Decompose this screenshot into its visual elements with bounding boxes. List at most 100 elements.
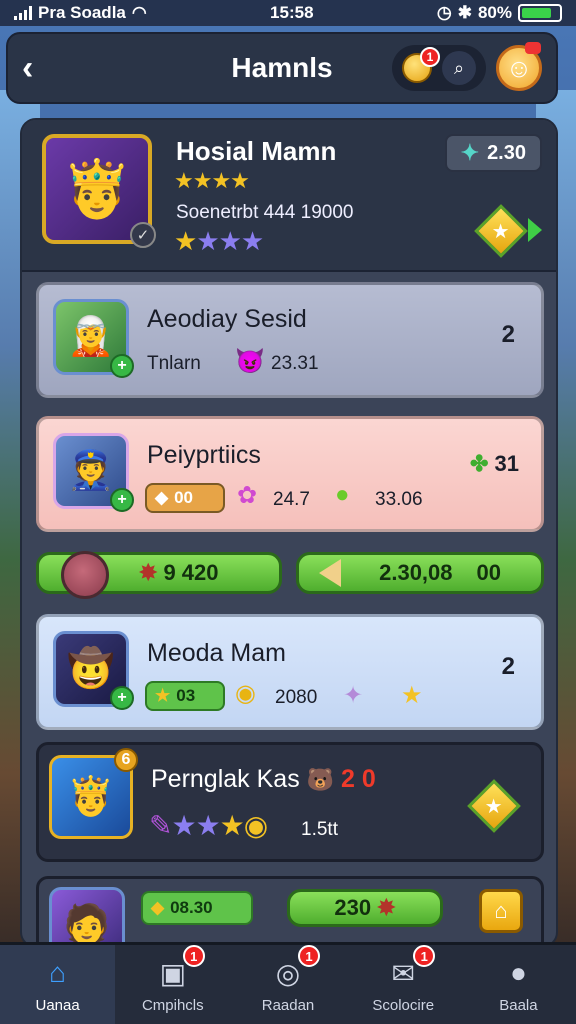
card-count: ✤ 31 [470,451,519,477]
nav-label: Cmpihcls [141,997,204,1014]
chevron-left-icon [319,559,341,587]
nav-badge: 1 [413,945,436,967]
back-arrow-icon[interactable]: ‹ [22,49,62,88]
notification-badge: 1 [420,47,440,67]
coin-pill: ◆ 08.30 [141,891,253,925]
devil-icon: 😈 [235,348,265,375]
main-panel: 🤴 ✓ Hosial Mamn ★★★★ Soenetrbt 444 19000… [20,118,558,948]
card-title-text: Pernglak Kas [151,765,300,793]
rating-stars: ★★★★ [174,226,264,256]
nav-badge: 1 [182,945,205,967]
next-arrow-icon[interactable] [528,218,542,242]
nav-item-box[interactable]: ▣ 1 Cmpihcls [115,945,230,1024]
coin-icon: ◉ [235,680,256,707]
coin-icon[interactable]: 1 [402,47,440,83]
card-title: Peiyprtiics [147,441,261,469]
card-label: Tnlarn [147,353,201,374]
upgrade-button[interactable]: ★ [467,779,521,833]
count-value: 31 [494,451,519,476]
card-value: 1.5tt [301,819,338,840]
box-icon: ▣ 1 [153,945,205,991]
nav-label: Raadan [261,997,315,1014]
plus-icon: + [110,686,134,710]
star-icon: ★ [401,682,423,709]
battery-percent: 80% [477,3,512,22]
status-time: 15:58 [270,3,314,22]
header-action-pill: 1 ⌕ [392,45,486,91]
bar-value: 230 [334,895,372,920]
card-value-b: 33.06 [375,489,423,510]
list-item[interactable]: 🤠 + Meoda Mam ★ 03 ◉ 2080 ✦ ★ 2 [36,614,544,730]
search-icon[interactable]: ⌕ [442,51,476,85]
bottom-navigation: ⌂ Uanaa ▣ 1 Cmpihcls ◎ 1 Raadan ✉ 1 Scoloci… [0,942,576,1024]
flower-icon: ✿ [237,482,258,509]
gem-counter[interactable]: ✦ 2.30 [444,134,542,172]
nav-item-profile[interactable]: ● Baala [461,945,576,1024]
hero-portrait: 🧑 [49,887,125,946]
card-count: 2 [501,653,515,680]
nav-label: Baala [499,997,538,1014]
coin-badge-icon: 6 [114,748,138,772]
plus-icon: + [110,488,134,512]
upgrade-button[interactable]: ★ [474,204,528,258]
progress-bar-right[interactable]: 2.30,08 00 [296,552,544,594]
card-title: Meoda Mam [147,639,286,667]
bar-value-right: 2.30,08 [379,560,453,585]
plus-icon: + [110,354,134,378]
hero-portrait[interactable]: 🤴 ✓ [42,134,156,248]
carrier-name: Pra Soadla [38,3,126,22]
leaf-icon: ✸ [377,895,396,920]
profile-name: Hosial Mamn [176,136,337,166]
card-value-a: 24.7 [273,489,310,510]
pill-value: 03 [176,686,196,705]
progress-bar-left[interactable]: ✸ 9 420 [36,551,282,599]
signal-icon [14,6,32,20]
nav-badge: 1 [298,945,320,967]
star-icon: ★ [492,220,510,243]
profile-icon: ● [509,957,527,988]
card-value: 2080 [275,687,318,708]
target-icon: ◎ 1 [268,945,320,991]
nav-item-cards[interactable]: ✉ 1 Scolocire [346,945,461,1024]
status-left: Pra Soadla ◠ [14,3,147,23]
list-item[interactable]: 🧑 ◆ 08.30 230 ✸ ⌂ [36,876,544,946]
wifi-icon: ◠ [131,3,147,22]
bear-icon: 🐻 [306,767,335,792]
hero-portrait: 🤠 + [53,631,134,710]
list-item[interactable]: 🤴 6 Pernglak Kas 🐻 2 0 ✎★★★◉ 1.5tt ★ [36,742,544,862]
list-item[interactable]: 👮 + Peiyprtiics ◆ 00 ✿ 24.7 ● 33.06 ✤ 31 [36,416,544,532]
card-progress-bar[interactable]: 230 ✸ [287,889,443,927]
sparkle-icon: ✦ [343,682,364,709]
card-highlight: 2 0 [341,765,376,793]
clover-icon: ✤ [469,451,489,476]
nav-item-target[interactable]: ◎ 1 Raadan [230,945,345,1024]
bow-icon [525,42,541,54]
card-title: Pernglak Kas 🐻 2 0 [151,765,376,794]
coin-pill: ◆ 00 [145,483,225,513]
check-icon: ✓ [130,222,156,248]
bar-value-left: 9 420 [163,560,219,585]
list-item[interactable]: 🧝 + Aeodiay Sesid Tnlarn 😈 23.31 2 [36,282,544,398]
star-icon: ★ [155,686,171,705]
pill-value: 00 [174,488,193,507]
profile-subtitle: Soenetrbt 444 19000 [176,202,354,223]
star-pill: ★ 03 [145,681,225,711]
gem-value: 2.30 [487,141,526,164]
player-avatar[interactable]: ☺ [496,42,542,91]
progress-bars: ✸ 9 420 2.30,08 00 [36,551,544,599]
hero-portrait: 🤴 6 [49,748,138,839]
leaf-icon: ✸ [139,560,158,585]
card-count: 2 [501,321,515,348]
bar-extra-right: 00 [476,560,501,585]
card-value: 23.31 [271,353,319,374]
hero-portrait: 🧝 + [53,299,134,378]
battery-icon [517,4,562,22]
status-right: ◷ ✱ 80% [437,3,562,23]
home-upgrade-button[interactable]: ⌂ [479,889,523,933]
home-icon: ⌂ [49,957,67,988]
header-actions: 1 ⌕ ☺ [392,42,542,91]
cards-icon: ✉ 1 [383,945,436,991]
nav-item-home[interactable]: ⌂ Uanaa [0,945,116,1024]
pill-value: 08.30 [170,898,213,917]
slider-knob[interactable] [61,551,109,599]
